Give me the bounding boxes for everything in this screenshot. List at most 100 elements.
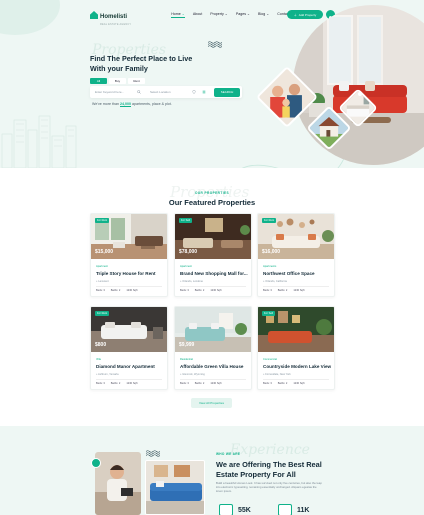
tab-all[interactable]: All xyxy=(90,78,107,84)
property-location: ⌖ Glenrock, Wyoming xyxy=(180,373,205,376)
property-title[interactable]: Diamond Manor Apartment xyxy=(96,364,155,369)
offer-title: We are Offering The Best Real Estate Pro… xyxy=(216,460,322,479)
property-category[interactable]: Apartment xyxy=(96,265,108,268)
property-location: ⌖ Forrestdale, New York xyxy=(263,373,291,376)
property-category[interactable]: Residential xyxy=(180,358,193,361)
property-title[interactable]: Countryside Modern Lake View xyxy=(263,364,331,369)
stat-item: 11K xyxy=(278,504,309,515)
keyword-placeholder: Enter Keyword here... xyxy=(95,90,125,94)
property-price: $16,000 xyxy=(262,249,281,255)
property-location: ⌖ Orlando, California xyxy=(263,280,287,283)
location-pin-icon xyxy=(91,458,101,468)
property-image: For Rent $16,000 xyxy=(258,214,334,259)
stat-item: 55K xyxy=(219,504,251,515)
property-image: For Sell $78,000 xyxy=(175,214,251,259)
nav-item-home[interactable]: Home ⌄ xyxy=(171,12,185,18)
property-card[interactable]: For Sell Commercial Countryside Modern L… xyxy=(257,306,335,390)
area-size: 1230 Sqft xyxy=(210,289,222,292)
property-price: $15,000 xyxy=(95,249,114,255)
card-divider xyxy=(180,379,246,380)
baths-count: Baths: 2 xyxy=(194,289,205,292)
property-category[interactable]: Commercial xyxy=(263,358,277,361)
listing-status-badge: For Rent xyxy=(95,311,110,316)
property-features: Beds: 3 Baths: 2 1230 Sqft xyxy=(180,289,221,292)
nav-menu: Home ⌄ About Property ⌄ Pages ⌄ Blog ⌄ C… xyxy=(171,12,290,18)
property-title[interactable]: Northwest Office Space xyxy=(263,271,315,276)
beds-count: Beds: 3 xyxy=(180,382,189,385)
listing-status-badge: For Sell xyxy=(179,218,192,223)
property-location: ⌖ Lanscent xyxy=(96,280,109,283)
property-features: Beds: 3 Baths: 2 1230 Sqft xyxy=(180,382,221,385)
property-features: Beds: 3 Baths: 2 1230 Sqft xyxy=(263,289,304,292)
location-select[interactable]: Select Location xyxy=(145,90,200,94)
nav-item-pages[interactable]: Pages ⌄ xyxy=(236,12,250,18)
baths-count: Baths: 2 xyxy=(110,382,121,385)
property-features: Beds: 3 Baths: 2 1230 Sqft xyxy=(96,289,137,292)
beds-count: Beds: 3 xyxy=(180,289,189,292)
nav-item-label: Home xyxy=(171,12,181,16)
filter-icon xyxy=(202,90,206,94)
nav-item-property[interactable]: Property ⌄ xyxy=(210,12,228,18)
note-prefix: We've more than xyxy=(92,102,120,106)
featured-kicker: OUR PROPERTIES xyxy=(194,191,230,195)
property-card[interactable]: For Rent $15,000 Apartment Triple Story … xyxy=(90,213,168,297)
view-all-properties-button[interactable]: View All Properties xyxy=(191,398,232,408)
property-features: Beds: 3 Baths: 2 1230 Sqft xyxy=(263,382,304,385)
tab-buy[interactable]: Buy xyxy=(109,78,126,84)
property-category[interactable]: Apartment xyxy=(180,265,192,268)
featured-title: Our Featured Properties xyxy=(168,198,256,207)
property-price: $800 xyxy=(95,342,107,348)
area-size: 1230 Sqft xyxy=(293,382,305,385)
location-text: Orlando, Londone xyxy=(182,280,203,283)
property-price: $9,999 xyxy=(179,342,195,348)
beds-count: Beds: 3 xyxy=(96,382,105,385)
sofa-photo-image xyxy=(145,460,205,515)
property-category[interactable]: Villa xyxy=(96,358,101,361)
offer-description: Build a beautiful Homes Look. It has sur… xyxy=(216,481,322,493)
property-image: For Sell xyxy=(258,307,334,352)
listing-status-badge: For Rent xyxy=(95,218,110,223)
search-tabs: All Buy Rent xyxy=(90,78,242,84)
listing-status-badge: For Sell xyxy=(262,311,275,316)
property-category[interactable]: Apartments xyxy=(263,265,276,268)
slider-dot-icon[interactable] xyxy=(358,92,362,96)
card-divider xyxy=(180,286,246,287)
add-property-button[interactable]: ＋ Add Property xyxy=(287,10,323,19)
property-title[interactable]: Affordable Green Villa House xyxy=(180,364,243,369)
offer-kicker: WHO WE ARE xyxy=(216,452,241,456)
tab-rent[interactable]: Rent xyxy=(128,78,145,84)
map-pin-icon xyxy=(192,90,196,94)
hero-stats-note: We've more than 24,000 apartments, place… xyxy=(92,102,172,106)
property-card[interactable]: For Rent $800 Villa Diamond Manor Apartm… xyxy=(90,306,168,390)
stat-value: 55K xyxy=(238,506,251,514)
location-placeholder: Select Location xyxy=(150,90,171,94)
plus-icon: ＋ xyxy=(293,12,297,17)
nav-item-about[interactable]: About xyxy=(193,12,202,18)
beds-count: Beds: 3 xyxy=(96,289,105,292)
property-card[interactable]: For Sell $78,000 Apartment Brand New Sho… xyxy=(174,213,252,297)
property-card[interactable]: For Rent $16,000 Apartments Northwest Of… xyxy=(257,213,335,297)
stat-icon xyxy=(219,504,233,515)
search-icon xyxy=(137,90,141,94)
property-card[interactable]: $9,999 Residential Affordable Green Vill… xyxy=(174,306,252,390)
offer-script-text: Experience xyxy=(230,442,310,458)
search-button[interactable]: SEARCH xyxy=(214,87,240,97)
brand-name: Homelisti xyxy=(100,13,128,20)
property-title[interactable]: Triple Story House for Rent xyxy=(96,271,155,276)
baths-count: Baths: 2 xyxy=(277,289,288,292)
nav-item-blog[interactable]: Blog ⌄ xyxy=(258,12,269,18)
property-image: For Rent $15,000 xyxy=(91,214,167,259)
location-text: Orlando, California xyxy=(265,280,287,283)
brand-logo[interactable]: Homelisti REAL ESTATE AGENCY xyxy=(90,5,131,26)
stat-icon xyxy=(278,504,292,515)
location-text: Forrestdale, New York xyxy=(265,373,291,376)
page: Homelisti REAL ESTATE AGENCY Home ⌄ Abou… xyxy=(0,0,424,515)
card-divider xyxy=(96,379,162,380)
filter-button[interactable] xyxy=(200,90,208,94)
house-logo-icon xyxy=(90,11,98,19)
listing-status-badge: For Rent xyxy=(262,218,277,223)
keyword-input[interactable]: Enter Keyword here... xyxy=(90,90,145,94)
offer-section xyxy=(0,426,424,515)
city-skyline-illustration xyxy=(1,115,77,168)
property-title[interactable]: Brand New Shopping Mall for... xyxy=(180,271,248,276)
